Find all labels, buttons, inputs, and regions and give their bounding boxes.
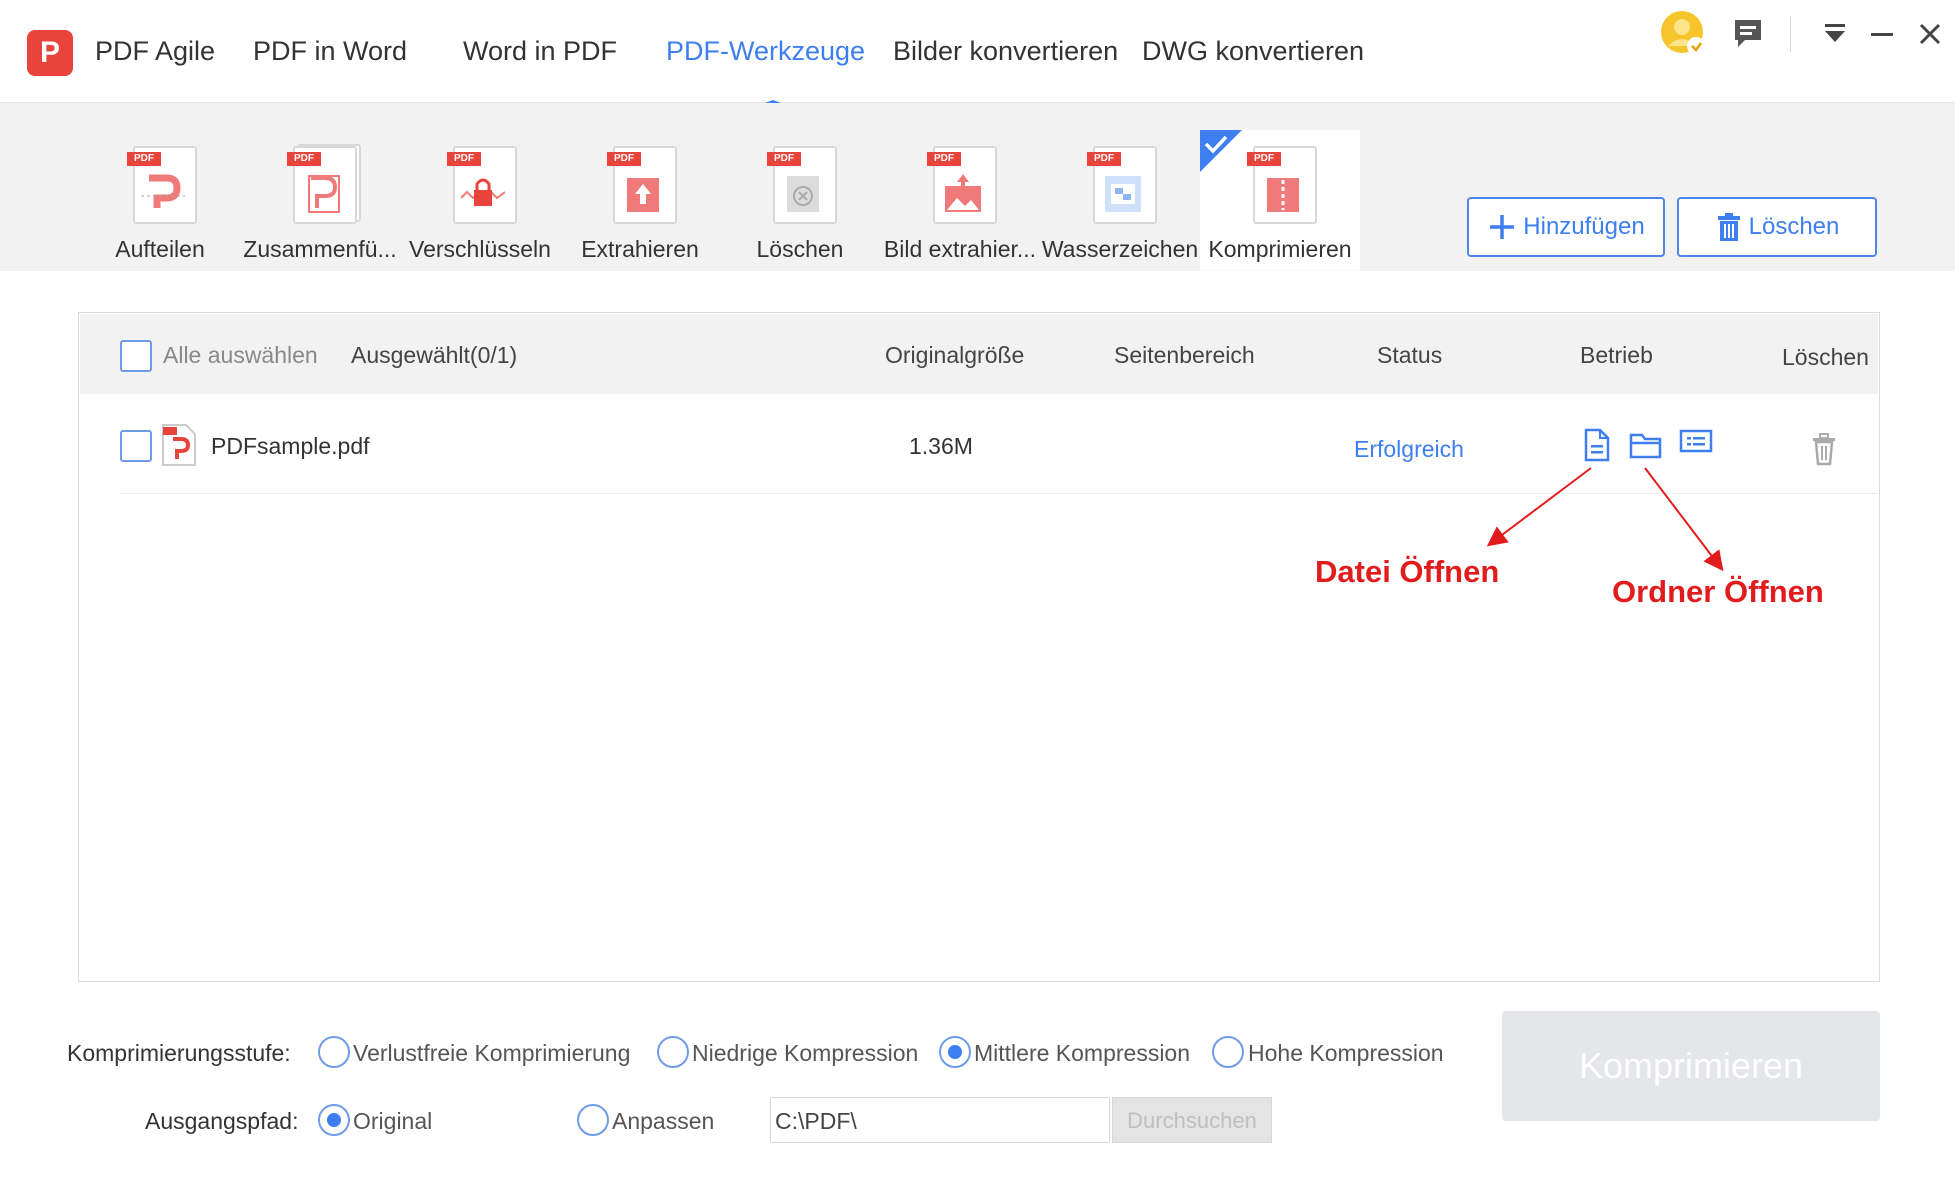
- image-extract-icon: PDF: [927, 146, 997, 224]
- extract-icon: PDF: [607, 146, 677, 224]
- close-button[interactable]: [1910, 14, 1950, 54]
- open-file-button[interactable]: [1580, 428, 1614, 462]
- pdf-file-icon: [162, 424, 196, 466]
- radio-high-label[interactable]: Hohe Kompression: [1248, 1040, 1444, 1067]
- open-folder-button[interactable]: [1629, 428, 1663, 462]
- minimize-button[interactable]: [1862, 14, 1902, 54]
- tool-label: Komprimieren: [1208, 236, 1352, 262]
- tab-dwg-konvertieren[interactable]: DWG konvertieren: [1142, 36, 1364, 67]
- tab-pdf-in-word[interactable]: PDF in Word: [253, 36, 407, 67]
- header-delete: Löschen: [1782, 344, 1869, 370]
- add-button-label: Hinzufügen: [1523, 213, 1645, 240]
- folder-icon: [1629, 433, 1662, 459]
- annotation-arrows: [1486, 467, 1724, 572]
- list-view-icon: [1679, 429, 1713, 453]
- tool-label: Extrahieren: [581, 236, 699, 262]
- trash-icon: [1813, 433, 1835, 466]
- tool-extrahieren[interactable]: PDF Extrahieren: [560, 130, 720, 270]
- tool-label: Zusammenfü...: [243, 236, 397, 262]
- tool-aufteilen[interactable]: PDF Aufteilen: [80, 130, 240, 270]
- checkmark-icon: [1200, 130, 1242, 172]
- message-icon: [1735, 20, 1761, 47]
- tool-komprimieren[interactable]: PDF Komprimieren: [1200, 130, 1360, 270]
- watermark-icon: PDF: [1087, 146, 1157, 224]
- header-size: Originalgröße: [885, 342, 1025, 368]
- tool-wasserzeichen[interactable]: PDF Wasserzeichen: [1040, 130, 1200, 270]
- tool-zusammenfuegen[interactable]: PDF Zusammenfü...: [240, 130, 400, 270]
- lock-icon: PDF: [447, 146, 517, 224]
- tool-label: Verschlüsseln: [409, 236, 551, 262]
- title-divider: [1790, 16, 1791, 52]
- chevron-down-icon: [1825, 24, 1845, 42]
- file-icon: [1584, 428, 1610, 462]
- merge-icon: PDF: [287, 144, 361, 224]
- app-logo: P: [27, 30, 73, 76]
- output-path-field[interactable]: C:\PDF\: [770, 1097, 1110, 1143]
- radio-medium[interactable]: [939, 1036, 971, 1068]
- split-icon: PDF: [127, 146, 197, 224]
- row-checkbox[interactable]: [120, 430, 152, 462]
- close-icon: [1919, 23, 1941, 45]
- title-bar: P PDF Agile PDF in Word Word in PDF PDF-…: [0, 0, 1955, 106]
- radio-medium-label[interactable]: Mittlere Kompression: [974, 1040, 1190, 1067]
- user-avatar[interactable]: [1660, 10, 1708, 58]
- select-all-label[interactable]: Alle auswählen: [163, 342, 318, 369]
- compress-icon: PDF: [1247, 146, 1317, 224]
- menu-dropdown-button[interactable]: [1815, 14, 1855, 54]
- add-button[interactable]: Hinzufügen: [1467, 197, 1665, 257]
- radio-custom[interactable]: [577, 1104, 609, 1136]
- header-status: Status: [1377, 342, 1443, 368]
- file-size: 1.36M: [909, 433, 973, 459]
- app-logo-letter: P: [39, 36, 60, 69]
- radio-lossless[interactable]: [318, 1036, 350, 1068]
- trash-icon: [1717, 213, 1740, 241]
- tab-bilder-konvertieren[interactable]: Bilder konvertieren: [893, 36, 1118, 67]
- header-range: Seitenbereich: [1114, 342, 1255, 368]
- tool-label: Löschen: [756, 236, 844, 262]
- compression-level-label: Komprimierungsstufe:: [67, 1040, 291, 1066]
- tool-loeschen[interactable]: PDF Löschen: [720, 130, 880, 270]
- tool-label: Aufteilen: [115, 236, 205, 262]
- output-path-label: Ausgangspfad:: [145, 1108, 299, 1134]
- feedback-button[interactable]: [1728, 14, 1768, 54]
- open-file-annotation: Datei Öffnen: [1315, 554, 1500, 589]
- header-operation: Betrieb: [1580, 342, 1653, 368]
- delete-all-button-label: Löschen: [1748, 213, 1840, 240]
- delete-all-button[interactable]: Löschen: [1677, 197, 1877, 257]
- plus-icon: [1490, 215, 1515, 239]
- radio-low[interactable]: [657, 1036, 689, 1068]
- radio-lossless-label[interactable]: Verlustfreie Komprimierung: [353, 1040, 630, 1067]
- radio-original-label[interactable]: Original: [353, 1108, 432, 1135]
- minimize-icon: [1871, 33, 1893, 36]
- open-folder-annotation: Ordner Öffnen: [1612, 574, 1824, 609]
- radio-high[interactable]: [1212, 1036, 1244, 1068]
- tool-label: Wasserzeichen: [1041, 236, 1199, 262]
- tool-label: Bild extrahier...: [883, 236, 1037, 262]
- file-status: Erfolgreich: [1354, 436, 1464, 462]
- tab-word-in-pdf[interactable]: Word in PDF: [463, 36, 617, 67]
- delete-page-icon: PDF: [767, 146, 837, 224]
- radio-original[interactable]: [318, 1104, 350, 1136]
- selected-count: Ausgewählt(0/1): [351, 342, 518, 368]
- radio-low-label[interactable]: Niedrige Kompression: [692, 1040, 918, 1067]
- browse-button[interactable]: Durchsuchen: [1112, 1097, 1272, 1143]
- radio-custom-label[interactable]: Anpassen: [612, 1108, 714, 1135]
- compress-button[interactable]: Komprimieren: [1502, 1011, 1880, 1121]
- file-name: PDFsample.pdf: [211, 433, 370, 459]
- select-all-checkbox[interactable]: [120, 340, 152, 372]
- tool-bild-extrahieren[interactable]: PDF Bild extrahier...: [880, 130, 1040, 270]
- tool-verschluesseln[interactable]: PDF Verschlüsseln: [400, 130, 560, 270]
- tab-pdf-werkzeuge[interactable]: PDF-Werkzeuge: [666, 36, 865, 67]
- tab-pdf-agile[interactable]: PDF Agile: [95, 36, 215, 67]
- user-icon: [1661, 11, 1705, 55]
- row-delete-button[interactable]: [1807, 432, 1841, 466]
- details-button[interactable]: [1679, 426, 1713, 460]
